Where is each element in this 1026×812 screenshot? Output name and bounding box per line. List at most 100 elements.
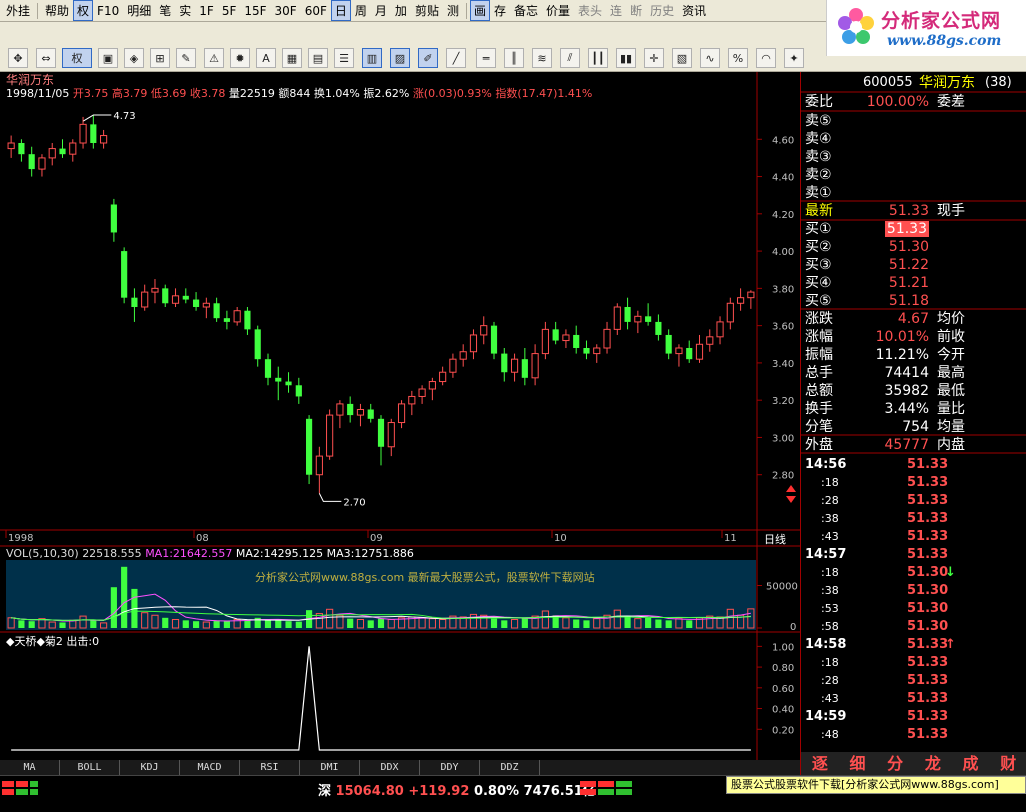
draw-icon[interactable]: ✐ (418, 48, 438, 68)
weibi-row: 委比 100.00% 委差 (801, 93, 1026, 111)
latest-label: 最新 (805, 203, 833, 219)
indicator-tab-kdj[interactable]: KDJ (120, 760, 180, 775)
menu-item-12[interactable]: 日 (330, 0, 351, 21)
menu-item-21[interactable]: 价量 (542, 0, 574, 21)
indicator-tab-ddy[interactable]: DDY (420, 760, 480, 775)
menu-item-3[interactable]: F10 (93, 2, 123, 20)
list-icon[interactable]: ☰ (334, 48, 354, 68)
sell-label: 卖⑤ (805, 113, 832, 129)
warning-icon[interactable]: ⚠ (204, 48, 224, 68)
menu-item-13[interactable]: 周 (351, 0, 371, 21)
scroll-arrows-icon[interactable] (786, 485, 796, 503)
ruler-icon[interactable]: ⊞ (150, 48, 170, 68)
candle-body (613, 306, 621, 330)
candle-body (469, 334, 478, 353)
candle-body (737, 297, 745, 304)
quote-tab-1[interactable]: 细 (839, 752, 877, 775)
flower-logo-icon (838, 8, 874, 44)
price-chart[interactable]: 1998 08 09 10 11 4.60 4.40 4.20 4.00 3.80 3.60 3.40… (0, 72, 800, 760)
vol-tick-label: 50000 (766, 582, 798, 593)
price-tick-label: 3.80 (772, 284, 794, 295)
menu-item-19[interactable]: 存 (490, 0, 510, 21)
indicator-tab-ddz[interactable]: DDZ (480, 760, 540, 775)
indicator-tab-rsi[interactable]: RSI (240, 760, 300, 775)
menu-item-1[interactable]: 帮助 (41, 0, 73, 21)
candle-body (459, 351, 467, 360)
settings-icon[interactable]: ✹ (230, 48, 250, 68)
volume-bar (347, 618, 354, 628)
fib-icon[interactable]: ≋ (532, 48, 552, 68)
star-icon[interactable]: ✦ (784, 48, 804, 68)
line-icon[interactable]: ╱ (446, 48, 466, 68)
tick-time: :43 (821, 530, 839, 543)
vline-icon[interactable]: ║ (504, 48, 524, 68)
menu-item-10[interactable]: 30F (271, 2, 301, 20)
tick-time: :28 (821, 674, 839, 687)
vbars-icon[interactable]: ┃┃ (588, 48, 608, 68)
menu-item-0[interactable]: 外挂 (2, 0, 34, 21)
quote-tab-0[interactable]: 逐 (801, 752, 839, 775)
quote-tab-4[interactable]: 成 (952, 752, 990, 775)
menu-item-16[interactable]: 剪贴 (411, 0, 443, 21)
stat-label: 外盘 (805, 437, 833, 453)
quote-tab-3[interactable]: 龙 (914, 752, 952, 775)
menu-item-8[interactable]: 5F (218, 2, 241, 20)
indicator-tab-boll[interactable]: BOLL (60, 760, 120, 775)
wave-icon[interactable]: ∿ (700, 48, 720, 68)
tick-time: :18 (821, 476, 839, 489)
move-icon[interactable]: ✥ (8, 48, 28, 68)
menu-item-20[interactable]: 备忘 (510, 0, 542, 21)
menu-item-6[interactable]: 实 (175, 0, 195, 21)
price-tick-label: 4.00 (772, 247, 794, 258)
candle-body (418, 388, 426, 397)
indicator-tab-ddx[interactable]: DDX (360, 760, 420, 775)
hatch-icon[interactable]: ▧ (672, 48, 692, 68)
indicator-tab-ma[interactable]: MA (0, 760, 60, 775)
chart-pane[interactable]: 华润万东 1998/11/05 开3.75 高3.79 低3.69 收3.78 … (0, 72, 800, 760)
menu-item-22[interactable]: 表头 (574, 0, 606, 21)
chart-type-icon[interactable]: ▣ (98, 48, 118, 68)
menu-item-9[interactable]: 15F (240, 2, 270, 20)
menu-item-24[interactable]: 断 (626, 0, 646, 21)
menu-item-17[interactable]: 测 (443, 0, 463, 21)
candle-body (326, 414, 334, 457)
menu-item-15[interactable]: 加 (391, 0, 411, 21)
menu-item-18[interactable]: 画 (469, 0, 490, 21)
tick-time: :18 (821, 656, 839, 669)
layout-2-icon[interactable]: ▨ (390, 48, 410, 68)
menu-item-2[interactable]: 权 (73, 0, 94, 21)
menu-item-23[interactable]: 连 (606, 0, 626, 21)
text-icon[interactable]: A (256, 48, 276, 68)
grid-icon[interactable]: ▤ (308, 48, 328, 68)
menu-item-26[interactable]: 资讯 (678, 0, 710, 21)
menu-item-5[interactable]: 笔 (155, 0, 175, 21)
hline-icon[interactable]: ═ (476, 48, 496, 68)
candle-body (583, 348, 590, 354)
menu-item-11[interactable]: 60F (301, 2, 331, 20)
menu-item-14[interactable]: 月 (371, 0, 391, 21)
quote-tab-5[interactable]: 财 (989, 752, 1026, 775)
channel-icon[interactable]: ⫽ (560, 48, 580, 68)
candle-body (634, 315, 642, 323)
palette-icon[interactable]: ◈ (124, 48, 144, 68)
hist-icon[interactable]: ▮▮ (616, 48, 636, 68)
arc-icon[interactable]: ◠ (756, 48, 776, 68)
drag-icon[interactable]: ⇔ (36, 48, 56, 68)
candle-body (716, 321, 724, 338)
indicator-tab-dmi[interactable]: DMI (300, 760, 360, 775)
percent-icon[interactable]: % (728, 48, 748, 68)
period-label: 日线 (764, 533, 786, 546)
volume-bar (501, 620, 508, 628)
cross-icon[interactable]: ✛ (644, 48, 664, 68)
indicator-tab-macd[interactable]: MACD (180, 760, 240, 775)
table-icon[interactable]: ▦ (282, 48, 302, 68)
quan-button[interactable]: 权 (62, 48, 92, 68)
candle-body (490, 325, 498, 354)
erase-icon[interactable]: ✎ (176, 48, 196, 68)
stat-value: 4.67 (897, 311, 929, 327)
menu-item-4[interactable]: 明细 (123, 0, 155, 21)
menu-item-25[interactable]: 历史 (646, 0, 678, 21)
menu-item-7[interactable]: 1F (195, 2, 218, 20)
quote-tab-2[interactable]: 分 (876, 752, 914, 775)
layout-1-icon[interactable]: ▥ (362, 48, 382, 68)
